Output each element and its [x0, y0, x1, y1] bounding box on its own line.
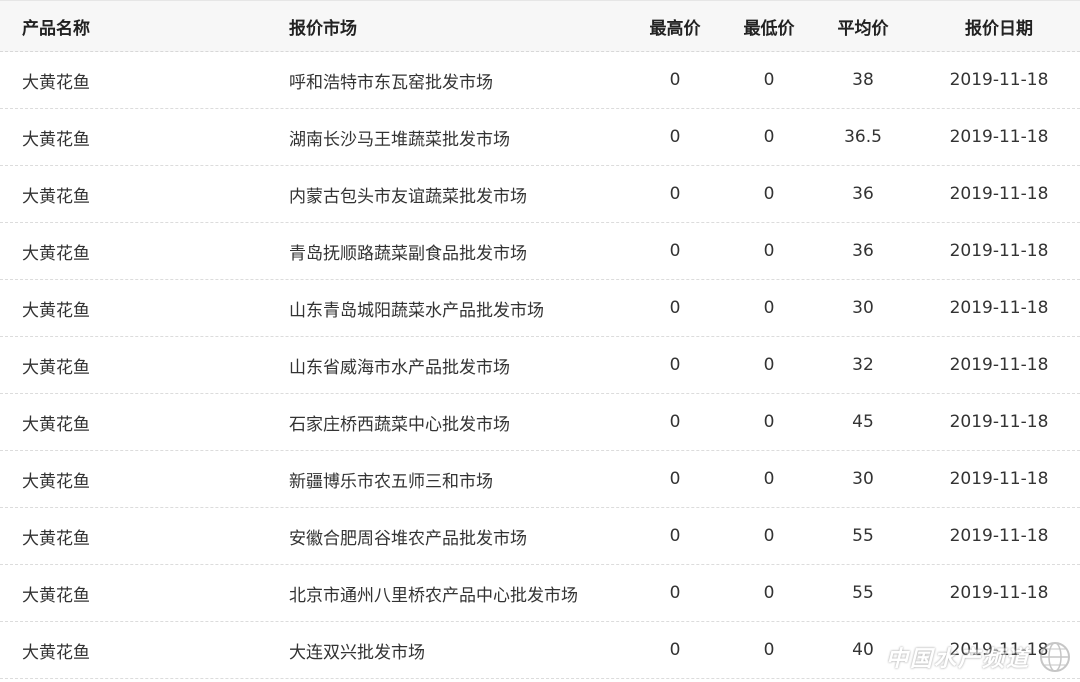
header-quote-date[interactable]: 报价日期: [930, 1, 1068, 51]
cell-quote-date: 2019-11-18: [949, 355, 1049, 375]
cell-product-name: 大黄花鱼: [22, 471, 90, 492]
table-row[interactable]: 大黄花鱼 新疆博乐市农五师三和市场 0 0 30 2019-11-18: [0, 451, 1080, 508]
cell-min-price: 0: [763, 583, 775, 603]
cell-quote-date: 2019-11-18: [949, 70, 1049, 90]
cell-market: 呼和浩特市东瓦窑批发市场: [289, 72, 493, 93]
cell-product-name: 大黄花鱼: [22, 186, 90, 207]
cell-max-price: 0: [669, 640, 681, 660]
cell-min-price: 0: [763, 241, 775, 261]
cell-market: 湖南长沙马王堆蔬菜批发市场: [289, 129, 510, 150]
cell-max-price: 0: [669, 184, 681, 204]
table-row[interactable]: 大黄花鱼 青岛抚顺路蔬菜副食品批发市场 0 0 36 2019-11-18: [0, 223, 1080, 280]
cell-min-price: 0: [763, 469, 775, 489]
table-row[interactable]: 大黄花鱼 呼和浩特市东瓦窑批发市场 0 0 38 2019-11-18: [0, 52, 1080, 109]
cell-avg-price: 38: [852, 70, 874, 90]
cell-market: 青岛抚顺路蔬菜副食品批发市场: [289, 243, 527, 264]
header-market[interactable]: 报价市场: [289, 1, 619, 51]
table-row[interactable]: 大黄花鱼 安徽合肥周谷堆农产品批发市场 0 0 55 2019-11-18: [0, 508, 1080, 565]
table-row[interactable]: 大黄花鱼 北京市通州八里桥农产品中心批发市场 0 0 55 2019-11-18: [0, 565, 1080, 622]
cell-quote-date: 2019-11-18: [949, 526, 1049, 546]
cell-market: 山东青岛城阳蔬菜水产品批发市场: [289, 300, 544, 321]
cell-quote-date: 2019-11-18: [949, 241, 1049, 261]
cell-min-price: 0: [763, 412, 775, 432]
price-table: 产品名称 报价市场 最高价 最低价 平均价 报价日期 大黄花鱼 呼和浩特市东瓦窑批…: [0, 0, 1080, 679]
cell-max-price: 0: [669, 241, 681, 261]
table-row[interactable]: 大黄花鱼 山东青岛城阳蔬菜水产品批发市场 0 0 30 2019-11-18: [0, 280, 1080, 337]
table-row[interactable]: 大黄花鱼 内蒙古包头市友谊蔬菜批发市场 0 0 36 2019-11-18: [0, 166, 1080, 223]
cell-avg-price: 36.5: [844, 127, 882, 147]
cell-min-price: 0: [763, 70, 775, 90]
header-max-price[interactable]: 最高价: [628, 1, 722, 51]
cell-avg-price: 36: [852, 241, 874, 261]
cell-quote-date: 2019-11-18: [949, 127, 1049, 147]
cell-market: 大连双兴批发市场: [289, 642, 425, 663]
cell-avg-price: 36: [852, 184, 874, 204]
cell-market: 内蒙古包头市友谊蔬菜批发市场: [289, 186, 527, 207]
cell-product-name: 大黄花鱼: [22, 585, 90, 606]
cell-max-price: 0: [669, 355, 681, 375]
cell-market: 北京市通州八里桥农产品中心批发市场: [289, 585, 578, 606]
cell-max-price: 0: [669, 70, 681, 90]
cell-avg-price: 32: [852, 355, 874, 375]
cell-avg-price: 55: [852, 526, 874, 546]
cell-product-name: 大黄花鱼: [22, 72, 90, 93]
cell-avg-price: 30: [852, 469, 874, 489]
watermark: 中国水产频道: [886, 640, 1072, 674]
cell-market: 新疆博乐市农五师三和市场: [289, 471, 493, 492]
cell-quote-date: 2019-11-18: [949, 298, 1049, 318]
cell-quote-date: 2019-11-18: [949, 412, 1049, 432]
cell-quote-date: 2019-11-18: [949, 583, 1049, 603]
table-row[interactable]: 大黄花鱼 石家庄桥西蔬菜中心批发市场 0 0 45 2019-11-18: [0, 394, 1080, 451]
cell-market: 安徽合肥周谷堆农产品批发市场: [289, 528, 527, 549]
cell-product-name: 大黄花鱼: [22, 300, 90, 321]
cell-market: 石家庄桥西蔬菜中心批发市场: [289, 414, 510, 435]
cell-product-name: 大黄花鱼: [22, 243, 90, 264]
cell-max-price: 0: [669, 127, 681, 147]
cell-max-price: 0: [669, 583, 681, 603]
cell-avg-price: 55: [852, 583, 874, 603]
table-row[interactable]: 大黄花鱼 湖南长沙马王堆蔬菜批发市场 0 0 36.5 2019-11-18: [0, 109, 1080, 166]
cell-max-price: 0: [669, 526, 681, 546]
cell-product-name: 大黄花鱼: [22, 357, 90, 378]
cell-avg-price: 45: [852, 412, 874, 432]
cell-avg-price: 30: [852, 298, 874, 318]
cell-max-price: 0: [669, 298, 681, 318]
globe-logo-icon: [1040, 642, 1070, 672]
table-row[interactable]: 大黄花鱼 山东省威海市水产品批发市场 0 0 32 2019-11-18: [0, 337, 1080, 394]
header-min-price[interactable]: 最低价: [722, 1, 816, 51]
cell-quote-date: 2019-11-18: [949, 184, 1049, 204]
cell-product-name: 大黄花鱼: [22, 642, 90, 663]
header-avg-price[interactable]: 平均价: [816, 1, 910, 51]
cell-min-price: 0: [763, 355, 775, 375]
watermark-text: 中国水产频道: [885, 647, 1030, 672]
cell-product-name: 大黄花鱼: [22, 129, 90, 150]
cell-quote-date: 2019-11-18: [949, 469, 1049, 489]
cell-max-price: 0: [669, 412, 681, 432]
cell-min-price: 0: [763, 298, 775, 318]
table-header-row: 产品名称 报价市场 最高价 最低价 平均价 报价日期: [0, 0, 1080, 52]
header-product-name[interactable]: 产品名称: [22, 1, 222, 51]
cell-min-price: 0: [763, 640, 775, 660]
cell-max-price: 0: [669, 469, 681, 489]
cell-product-name: 大黄花鱼: [22, 414, 90, 435]
cell-min-price: 0: [763, 526, 775, 546]
cell-min-price: 0: [763, 127, 775, 147]
table-body: 大黄花鱼 呼和浩特市东瓦窑批发市场 0 0 38 2019-11-18 大黄花鱼 湖南长沙马王…: [0, 52, 1080, 679]
cell-min-price: 0: [763, 184, 775, 204]
cell-product-name: 大黄花鱼: [22, 528, 90, 549]
cell-market: 山东省威海市水产品批发市场: [289, 357, 510, 378]
